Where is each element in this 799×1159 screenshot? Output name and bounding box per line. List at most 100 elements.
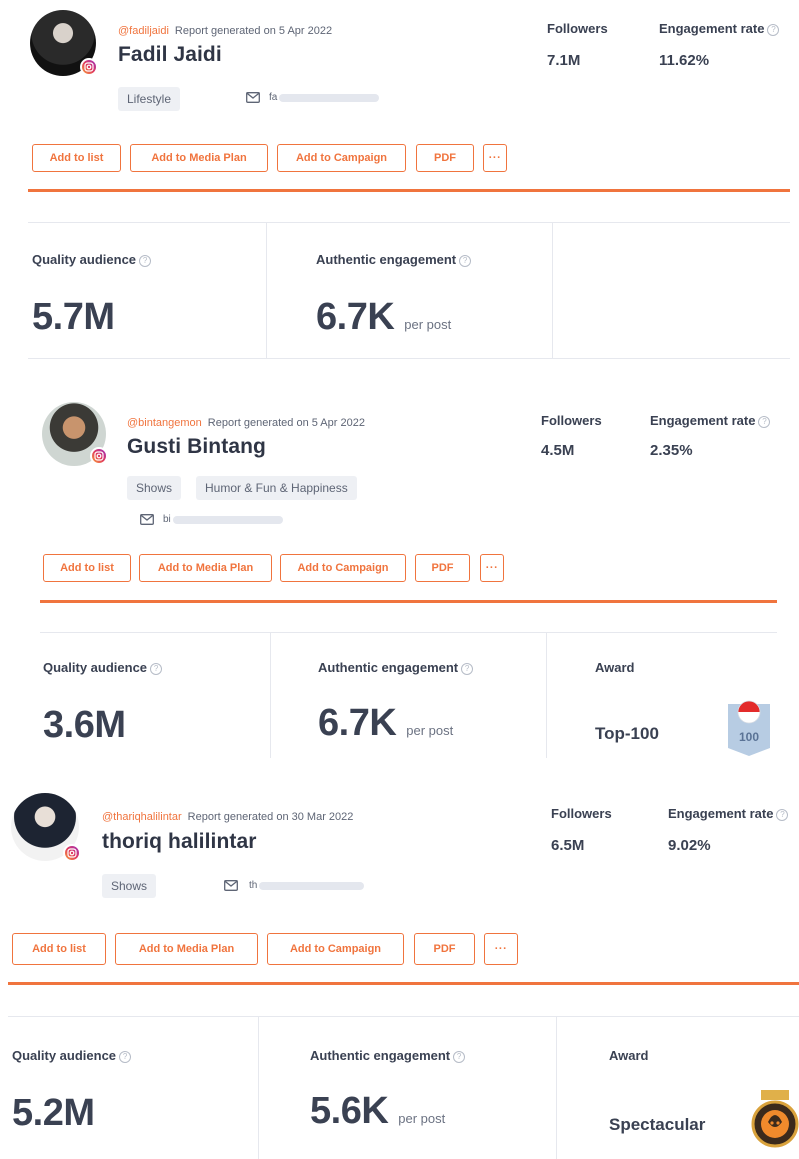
report-date: Report generated on 5 Apr 2022 — [207, 417, 365, 429]
engagement-value: 2.35% — [650, 442, 693, 459]
metrics-divider — [552, 223, 553, 358]
followers-label: Followers — [541, 413, 602, 428]
followers-label: Followers — [551, 806, 612, 821]
profile-meta: @thariqhalilintar Report generated on 30 … — [102, 807, 353, 825]
help-icon[interactable]: ? — [150, 663, 163, 675]
metrics-divider — [258, 1017, 259, 1159]
engagement-label-text: Engagement rate — [650, 413, 756, 428]
award-badge-icon: 100 — [726, 700, 772, 756]
quality-audience-value: 5.7M — [32, 296, 115, 338]
authentic-engagement-label: Authentic engagement? — [310, 1048, 466, 1063]
metrics-top-rule — [8, 1016, 799, 1017]
per-post-label: per post — [404, 317, 452, 332]
add-to-campaign-button[interactable]: Add to Campaign — [267, 933, 404, 965]
followers-value: 4.5M — [541, 442, 575, 459]
authentic-engagement-label: Authentic engagement? — [316, 252, 472, 267]
category-tag[interactable]: Shows — [127, 476, 182, 500]
email-redacted — [279, 93, 380, 102]
award-value: Spectacular — [609, 1115, 706, 1134]
quality-audience-value: 5.2M — [12, 1092, 95, 1134]
profile-meta: @fadiljaidi Report generated on 5 Apr 202… — [118, 21, 332, 39]
more-options-button[interactable]: ··· — [483, 144, 507, 172]
help-icon[interactable]: ? — [767, 24, 780, 36]
add-to-media-plan-button[interactable]: Add to Media Plan — [115, 933, 258, 965]
quality-audience-label: Quality audience? — [12, 1048, 132, 1063]
email-contact[interactable]: th — [224, 880, 365, 891]
quality-audience-label-text: Quality audience — [32, 252, 137, 267]
metrics-divider — [556, 1017, 557, 1159]
instagram-icon — [90, 447, 108, 465]
email-prefix: th — [249, 880, 258, 891]
email-redacted — [259, 881, 365, 890]
authentic-engagement-label: Authentic engagement? — [318, 660, 474, 675]
profile-name: Gusti Bintang — [127, 435, 266, 458]
email-redacted — [172, 515, 283, 524]
award-label: Award — [595, 660, 635, 675]
more-options-button[interactable]: ··· — [484, 933, 518, 965]
authentic-engagement-value: 6.7K per post — [316, 296, 451, 339]
email-contact[interactable]: fa — [246, 92, 380, 103]
profile-handle[interactable]: @bintangemon — [127, 417, 202, 429]
pdf-button[interactable]: PDF — [414, 933, 475, 965]
add-to-list-button[interactable]: Add to list — [43, 554, 131, 582]
engagement-label: Engagement rate? — [659, 21, 780, 36]
authentic-engagement-label-text: Authentic engagement — [318, 660, 459, 675]
profile-card-fadiljaidi: @fadiljaidi Report generated on 5 Apr 202… — [0, 0, 799, 380]
authentic-engagement-value: 6.7K per post — [318, 702, 453, 745]
email-prefix: bi — [163, 514, 171, 525]
help-icon[interactable]: ? — [461, 663, 474, 675]
section-divider — [40, 600, 777, 603]
add-to-list-button[interactable]: Add to list — [32, 144, 121, 172]
section-divider — [8, 982, 799, 985]
category-tag[interactable]: Lifestyle — [118, 87, 181, 111]
profile-card-thariqhalilintar: @thariqhalilintar Report generated on 30 … — [0, 780, 799, 1159]
help-icon[interactable]: ? — [139, 255, 152, 267]
add-to-media-plan-button[interactable]: Add to Media Plan — [130, 144, 268, 172]
metrics-top-rule — [28, 222, 790, 223]
add-to-campaign-button[interactable]: Add to Campaign — [280, 554, 406, 582]
authentic-engagement-number: 6.7K — [318, 702, 397, 744]
pdf-button[interactable]: PDF — [416, 144, 474, 172]
quality-audience-value: 3.6M — [43, 704, 126, 746]
award-value: Top-100 — [595, 724, 659, 743]
category-tag[interactable]: Shows — [102, 874, 157, 898]
followers-value: 7.1M — [547, 52, 581, 69]
award-label: Award — [609, 1048, 649, 1063]
per-post-label: per post — [406, 723, 454, 738]
authentic-engagement-number: 6.7K — [316, 296, 395, 338]
quality-audience-label: Quality audience? — [32, 252, 152, 267]
email-prefix: fa — [269, 92, 278, 103]
award-badge-number: 100 — [738, 730, 760, 744]
engagement-label: Engagement rate? — [650, 413, 771, 428]
profile-handle[interactable]: @thariqhalilintar — [102, 811, 182, 823]
report-date: Report generated on 5 Apr 2022 — [174, 25, 333, 37]
help-icon[interactable]: ? — [776, 809, 789, 821]
engagement-value: 11.62% — [659, 52, 710, 69]
profile-card-bintangemon: @bintangemon Report generated on 5 Apr 20… — [0, 388, 799, 770]
quality-audience-label-text: Quality audience — [12, 1048, 117, 1063]
quality-audience-label-text: Quality audience — [43, 660, 148, 675]
mail-icon — [224, 880, 238, 891]
mail-icon — [140, 514, 154, 525]
add-to-list-button[interactable]: Add to list — [12, 933, 106, 965]
email-contact[interactable]: bi — [140, 514, 283, 525]
more-options-button[interactable]: ··· — [480, 554, 504, 582]
add-to-campaign-button[interactable]: Add to Campaign — [277, 144, 406, 172]
help-icon[interactable]: ? — [119, 1051, 132, 1063]
category-tag[interactable]: Humor & Fun & Happiness — [196, 476, 357, 500]
engagement-value: 9.02% — [668, 837, 711, 854]
engagement-label-text: Engagement rate — [668, 806, 774, 821]
add-to-media-plan-button[interactable]: Add to Media Plan — [139, 554, 272, 582]
profile-name: thoriq halilintar — [102, 830, 257, 853]
engagement-label-text: Engagement rate — [659, 21, 765, 36]
help-icon[interactable]: ? — [758, 416, 771, 428]
pdf-button[interactable]: PDF — [415, 554, 470, 582]
profile-name: Fadil Jaidi — [118, 43, 222, 66]
profile-handle[interactable]: @fadiljaidi — [118, 25, 169, 37]
authentic-engagement-number: 5.6K — [310, 1090, 389, 1132]
metrics-top-rule — [40, 632, 777, 633]
help-icon[interactable]: ? — [459, 255, 472, 267]
help-icon[interactable]: ? — [453, 1051, 466, 1063]
profile-meta: @bintangemon Report generated on 5 Apr 20… — [127, 413, 365, 431]
followers-value: 6.5M — [551, 837, 585, 854]
